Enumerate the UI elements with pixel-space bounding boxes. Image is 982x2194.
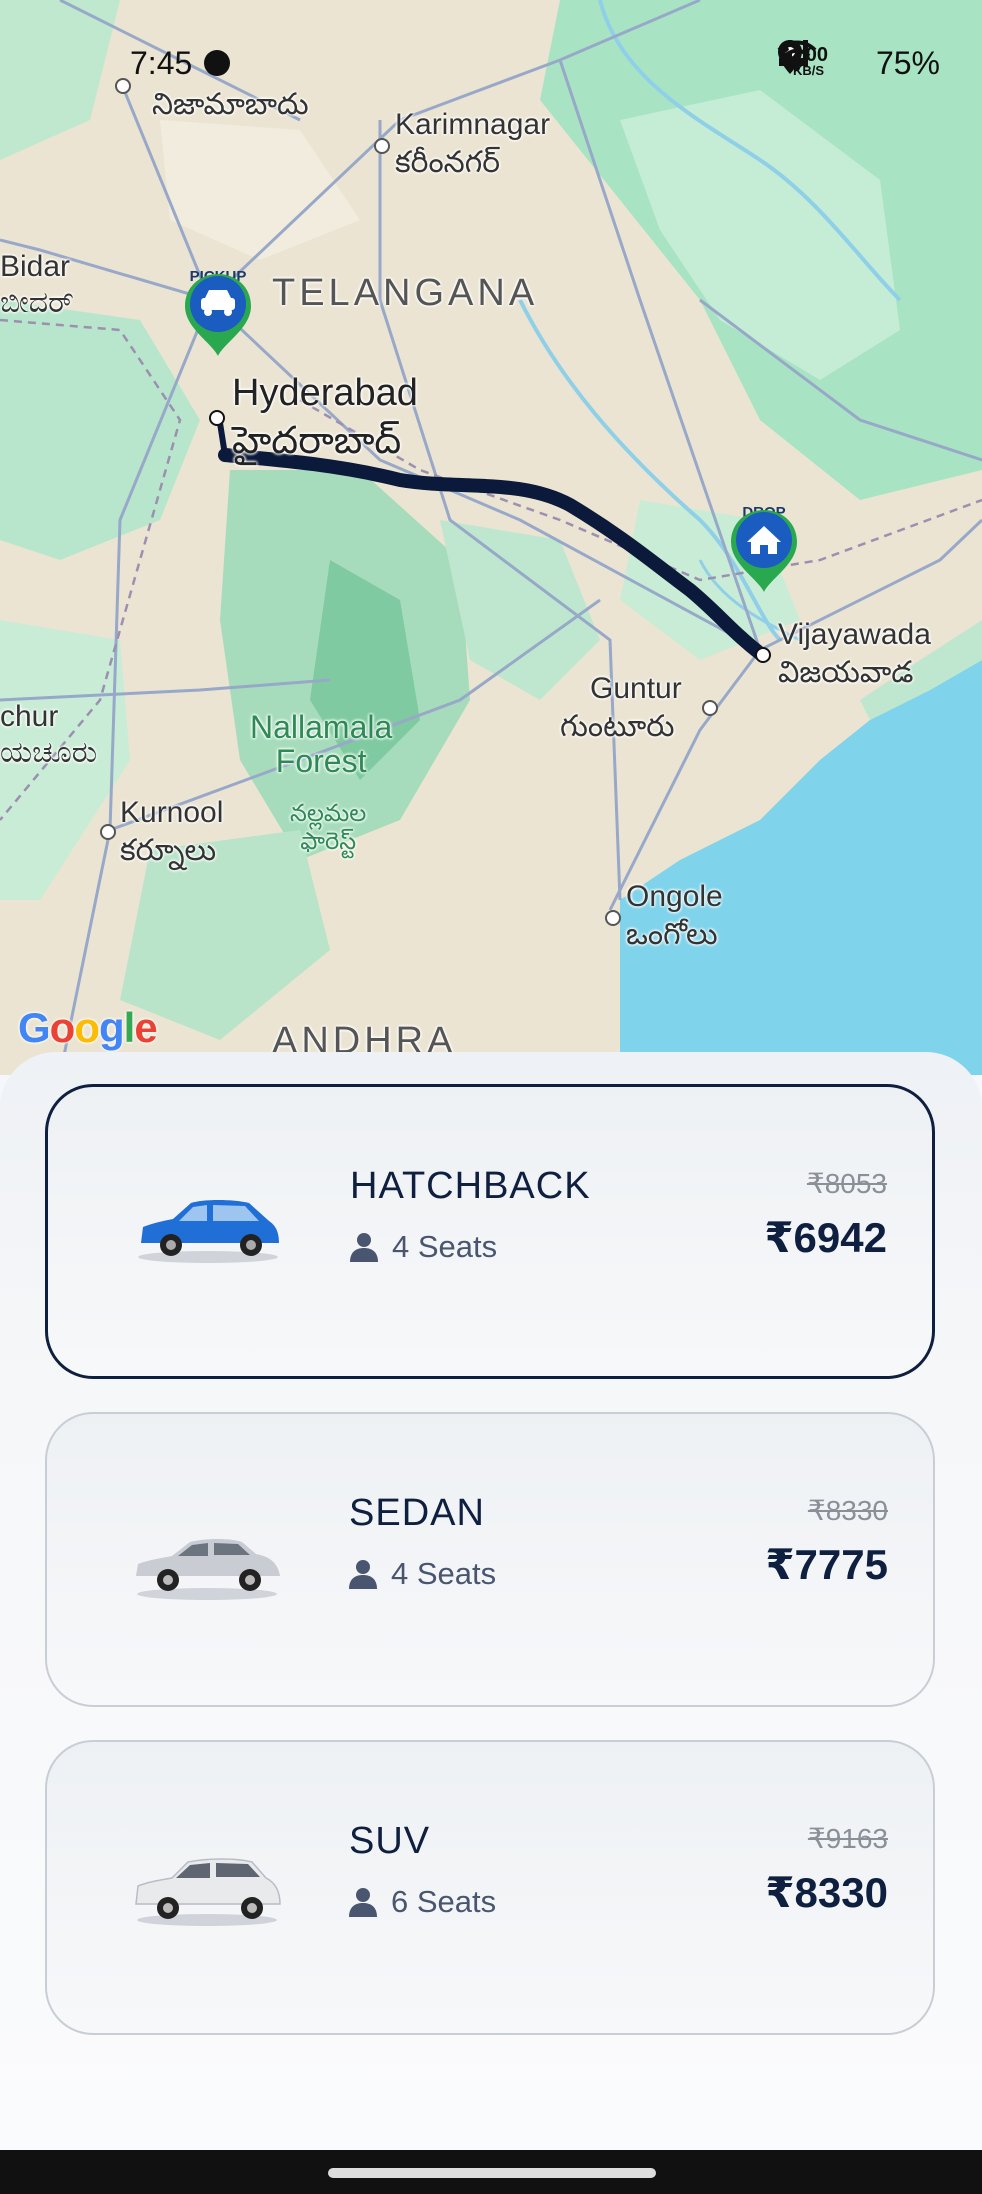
forest-label: Nallamala Forest: [250, 710, 392, 778]
google-logo: Google: [18, 1004, 158, 1051]
city-label-karimnagar: Karimnagar: [395, 108, 551, 141]
city-label-raichur-te: ಯಚೂರು: [0, 736, 98, 769]
vehicle-card-hatchback[interactable]: HATCHBACK 4 Seats ₹8053 ₹6942: [45, 1084, 935, 1379]
city-dot-karimnagar: [374, 138, 390, 154]
city-label-kurnool-te: కర్నూలు: [120, 834, 217, 867]
status-time: 7:45: [130, 44, 193, 81]
city-label-guntur-te: గుంటూరు: [560, 710, 675, 743]
city-label-nizamabad-te: నిజామాబాదు: [152, 88, 309, 121]
city-dot-hyderabad: [209, 410, 225, 426]
suv-car-icon: [135, 1858, 281, 1926]
vehicle-seats: 4 Seats: [350, 1229, 497, 1265]
vehicle-name: HATCHBACK: [350, 1165, 591, 1207]
status-bar-right: 8.00 KB/S 75%: [777, 40, 940, 86]
person-icon: [349, 1560, 377, 1589]
system-navigation-bar: [0, 2150, 982, 2194]
seats-label: 4 Seats: [392, 1229, 498, 1264]
city-dot-nizamabad: [115, 78, 131, 94]
sedan-car-icon: [136, 1539, 280, 1600]
forest-label-line1: Nallamala: [250, 709, 393, 745]
person-icon: [350, 1233, 378, 1262]
vehicle-selection-sheet: HATCHBACK 4 Seats ₹8053 ₹6942 SEDAN 4 Se…: [0, 1052, 982, 2150]
city-label-karimnagar-te: కరీంనగర్: [395, 146, 500, 179]
discounted-price: ₹6942: [764, 1214, 887, 1261]
city-label-hyderabad: Hyderabad: [232, 372, 418, 414]
home-gesture-handle[interactable]: [328, 2168, 656, 2178]
state-label-telangana: TELANGANA: [272, 272, 539, 314]
original-price: ₹8330: [807, 1495, 888, 1526]
city-dot-ongole: [605, 910, 621, 926]
city-label-vijayawada: Vijayawada: [778, 618, 931, 651]
forest-label-line2: Forest: [275, 743, 367, 779]
original-price: ₹8053: [806, 1168, 887, 1199]
pickup-marker[interactable]: PICKUP: [181, 268, 255, 356]
home-pin-icon: [731, 510, 797, 592]
vehicle-seats: 4 Seats: [349, 1556, 496, 1592]
forest-label-te-line1: నల్లమల: [290, 800, 367, 827]
city-label-ongole: Ongole: [626, 880, 723, 913]
vehicle-seats: 6 Seats: [349, 1884, 496, 1920]
city-label-raichur: chur: [0, 700, 59, 733]
city-label-guntur: Guntur: [590, 672, 682, 705]
seats-label: 6 Seats: [391, 1884, 497, 1919]
city-label-hyderabad-te: హైదరాబాద్: [232, 420, 402, 462]
forest-label-te: నల్లమల ఫారెస్ట్: [290, 800, 366, 856]
city-dot-vijayawada: [755, 647, 771, 663]
battery-level: 75%: [875, 44, 940, 81]
seats-label: 4 Seats: [391, 1556, 497, 1591]
city-label-bidar: Bidar: [0, 250, 71, 283]
city-dot-kurnool: [100, 824, 116, 840]
city-label-kurnool: Kurnool: [120, 796, 224, 829]
vehicle-card-sedan[interactable]: SEDAN 4 Seats ₹8330 ₹7775: [45, 1412, 935, 1707]
vehicle-name: SUV: [349, 1820, 431, 1862]
vehicle-name: SEDAN: [349, 1492, 485, 1534]
notification-icon: [204, 50, 231, 76]
city-dot-guntur: [702, 700, 718, 716]
status-bar-left: 7:45: [130, 40, 231, 86]
person-icon: [349, 1888, 377, 1917]
discounted-price: ₹7775: [765, 1541, 888, 1588]
discounted-price: ₹8330: [765, 1869, 888, 1916]
drop-marker[interactable]: DROP: [727, 504, 801, 592]
vehicle-card-suv[interactable]: SUV 6 Seats ₹9163 ₹8330: [45, 1740, 935, 2035]
forest-label-te-line2: ఫారెస్ట్: [300, 828, 357, 855]
car-pin-icon: [185, 274, 251, 356]
city-label-ongole-te: ఒంగోలు: [626, 918, 718, 951]
city-label-bidar-te: ಬೀದರ್: [0, 286, 74, 319]
original-price: ₹9163: [807, 1823, 888, 1854]
route-map[interactable]: 7:45 8.00 KB/S 75% నిజామాబాదు Karimnagar…: [0, 0, 982, 1075]
hatchback-car-icon: [138, 1200, 279, 1263]
city-label-vijayawada-te: విజయవాడ: [778, 656, 914, 689]
